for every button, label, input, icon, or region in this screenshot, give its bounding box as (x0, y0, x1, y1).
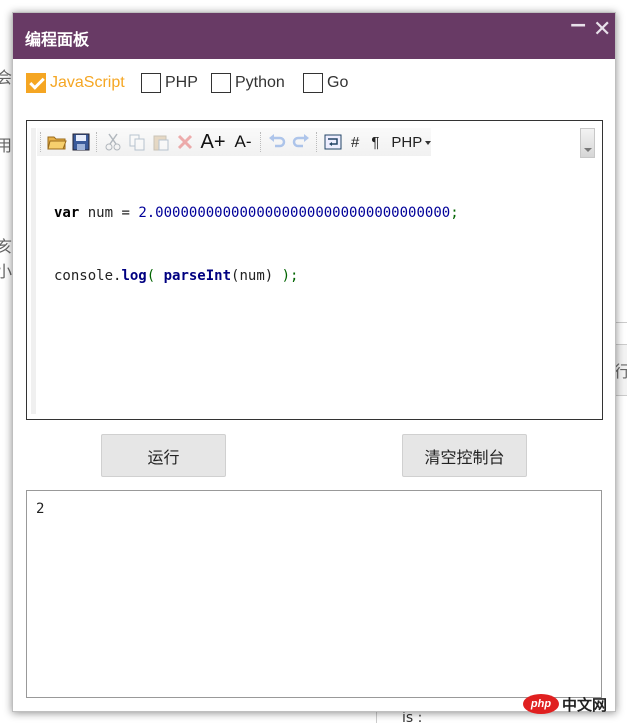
undo-icon[interactable] (266, 131, 288, 153)
toolbar-scroll-button[interactable] (580, 128, 595, 158)
code-editor[interactable]: A+ A- # ¶ PHP var num = 2.00000000000000… (26, 120, 603, 420)
lang-option-go[interactable]: Go (303, 71, 348, 95)
clear-console-button[interactable]: 清空控制台 (402, 434, 527, 477)
code-token: parseInt (163, 268, 232, 284)
minimize-icon[interactable]: − (569, 15, 587, 37)
font-decrease-icon[interactable]: A- (230, 131, 256, 153)
code-token: var (54, 205, 80, 221)
cut-icon[interactable] (102, 131, 124, 153)
editor-gutter (31, 128, 36, 414)
lang-label-go: Go (327, 74, 349, 91)
chevron-down-icon (425, 140, 432, 145)
close-icon[interactable]: ✕ (593, 19, 611, 41)
bg-text-4: 小 (0, 262, 13, 281)
code-token: (num) (231, 268, 282, 284)
toolbar-separator (316, 132, 318, 152)
toolbar-separator (96, 132, 98, 152)
redo-icon[interactable] (290, 131, 312, 153)
run-button[interactable]: 运行 (101, 434, 226, 477)
checkbox-php[interactable] (141, 73, 161, 93)
code-token: ; (450, 205, 459, 221)
lang-option-php[interactable]: PHP (141, 71, 198, 95)
font-increase-label: A+ (200, 130, 226, 153)
paste-icon[interactable] (150, 131, 172, 153)
code-area[interactable]: var num = 2.0000000000000000000000000000… (54, 161, 459, 329)
lang-label-javascript: JavaScript (50, 74, 125, 91)
code-token: num = (79, 205, 139, 221)
code-token: console. (54, 268, 122, 284)
dialog-titlebar[interactable]: 编程面板 − ✕ (13, 13, 615, 59)
bg-text-6: is : (402, 710, 423, 726)
console-output-panel[interactable]: 2 (26, 490, 602, 698)
delete-icon[interactable] (174, 131, 196, 153)
bg-text-2: 用 (0, 136, 13, 155)
dialog-title: 编程面板 (25, 30, 90, 49)
copy-icon[interactable] (126, 131, 148, 153)
watermark-text: 中文网 (562, 695, 608, 714)
syntax-language-select[interactable]: PHP (391, 133, 432, 151)
font-increase-icon[interactable]: A+ (198, 131, 228, 153)
code-line: console.log( parseInt(num) ); (54, 266, 459, 287)
lang-option-javascript[interactable]: JavaScript (26, 71, 125, 95)
invisible-chars-toggle[interactable]: ¶ (371, 134, 379, 151)
console-output: 2 (36, 501, 45, 517)
save-icon[interactable] (70, 131, 92, 153)
lang-label-php: PHP (165, 74, 198, 91)
syntax-language-value: PHP (391, 133, 423, 151)
bg-text-1: 会 (0, 68, 13, 87)
line-numbers-toggle[interactable]: # (351, 134, 359, 151)
open-icon[interactable] (46, 131, 68, 153)
site-watermark: php 中文网 (523, 693, 607, 715)
checkbox-go[interactable] (303, 73, 323, 93)
checkbox-javascript[interactable] (26, 73, 46, 93)
code-token: 2.00000000000000000000000000000000000 (138, 205, 451, 221)
coding-panel-dialog: 编程面板 − ✕ JavaScript PHP Python Go A+ A- … (12, 12, 616, 712)
wrap-icon[interactable] (322, 131, 344, 153)
lang-option-python[interactable]: Python (211, 71, 285, 95)
toolbar-separator (40, 132, 42, 152)
checkbox-python[interactable] (211, 73, 231, 93)
code-token: ); (281, 268, 299, 284)
bg-text-3: 亥 (0, 237, 13, 256)
toolbar-separator (260, 132, 262, 152)
code-token: ( (146, 268, 164, 284)
lang-label-python: Python (235, 74, 285, 91)
code-token: log (121, 268, 147, 284)
php-logo: php (523, 694, 559, 714)
font-decrease-label: A- (234, 132, 252, 151)
code-line: var num = 2.0000000000000000000000000000… (54, 203, 459, 224)
editor-toolbar: A+ A- # ¶ PHP (37, 128, 432, 156)
